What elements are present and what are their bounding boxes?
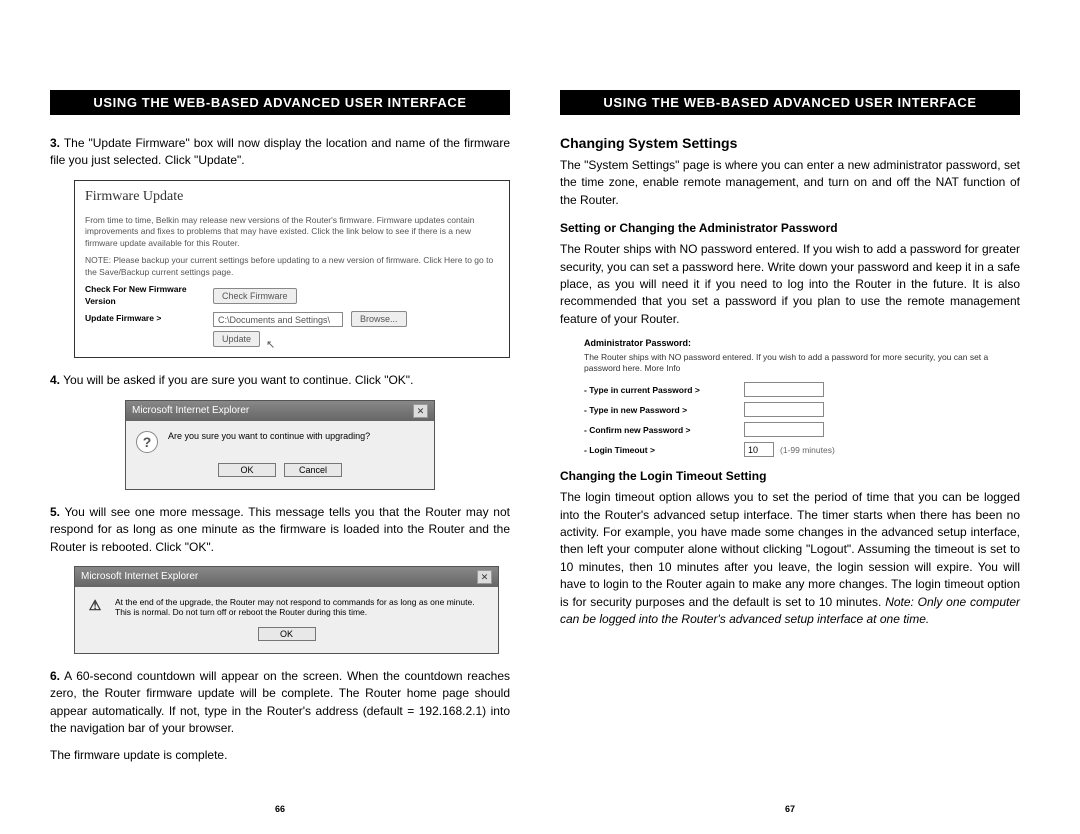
warning-icon: ⚠ — [85, 597, 105, 615]
pwd-desc: The Router ships with NO password entere… — [584, 352, 1020, 374]
login-timeout-input[interactable]: 10 — [744, 442, 774, 457]
page-number-right: 67 — [560, 804, 1020, 814]
step-4: 4. You will be asked if you are sure you… — [50, 372, 510, 389]
dialog1-ok-button[interactable]: OK — [218, 463, 276, 477]
dialog2-ok-button[interactable]: OK — [258, 627, 316, 641]
step-3: 3. The "Update Firmware" box will now di… — [50, 135, 510, 170]
confirm-dialog-2: Microsoft Internet Explorer ✕ ⚠ At the e… — [74, 566, 499, 654]
step-5-text: You will see one more message. This mess… — [50, 505, 510, 554]
browse-button[interactable]: Browse... — [351, 311, 407, 327]
update-fw-label: Update Firmware > — [85, 313, 205, 324]
firmware-path-input[interactable]: C:\Documents and Settings\ — [213, 312, 343, 327]
step-4-num: 4. — [50, 373, 60, 387]
firmware-update-title: Firmware Update — [75, 181, 509, 211]
admin-password-desc: The Router ships with NO password entere… — [560, 241, 1020, 328]
close-icon[interactable]: ✕ — [477, 570, 492, 584]
confirm-dialog-1: Microsoft Internet Explorer ✕ ? Are you … — [125, 400, 435, 490]
login-timeout-label: - Login Timeout > — [584, 445, 744, 455]
current-password-label: - Type in current Password > — [584, 385, 744, 395]
admin-password-form: Administrator Password: The Router ships… — [584, 338, 1020, 457]
section-header-right: USING THE WEB-BASED ADVANCED USER INTERF… — [560, 90, 1020, 115]
current-password-input[interactable] — [744, 382, 824, 397]
question-icon: ? — [136, 431, 158, 453]
firmware-desc-1: From time to time, Belkin may release ne… — [85, 215, 499, 249]
check-firmware-button[interactable]: Check Firmware — [213, 288, 297, 304]
heading-admin-password: Setting or Changing the Administrator Pa… — [560, 221, 1020, 235]
finish-text: The firmware update is complete. — [50, 747, 510, 764]
login-timeout-desc: The login timeout option allows you to s… — [560, 489, 1020, 628]
page-number-left: 66 — [50, 804, 510, 814]
step-6-text: A 60-second countdown will appear on the… — [50, 669, 510, 735]
system-settings-desc: The "System Settings" page is where you … — [560, 157, 1020, 209]
step-3-text: The "Update Firmware" box will now displ… — [50, 136, 510, 167]
step-5: 5. You will see one more message. This m… — [50, 504, 510, 556]
dialog1-cancel-button[interactable]: Cancel — [284, 463, 342, 477]
confirm-password-label: - Confirm new Password > — [584, 425, 744, 435]
step-3-num: 3. — [50, 136, 60, 150]
check-fw-label: Check For New Firmware Version — [85, 284, 205, 307]
firmware-update-panel: Firmware Update From time to time, Belki… — [74, 180, 510, 359]
firmware-desc-2: NOTE: Please backup your current setting… — [85, 255, 499, 278]
new-password-input[interactable] — [744, 402, 824, 417]
heading-system-settings: Changing System Settings — [560, 135, 1020, 151]
step-6: 6. A 60-second countdown will appear on … — [50, 668, 510, 738]
confirm-password-input[interactable] — [744, 422, 824, 437]
left-page: USING THE WEB-BASED ADVANCED USER INTERF… — [50, 90, 510, 804]
dialog1-title: Microsoft Internet Explorer — [132, 405, 249, 416]
section-header-left: USING THE WEB-BASED ADVANCED USER INTERF… — [50, 90, 510, 115]
step-5-num: 5. — [50, 505, 60, 519]
step-6-num: 6. — [50, 669, 60, 683]
new-password-label: - Type in new Password > — [584, 405, 744, 415]
dialog1-message: Are you sure you want to continue with u… — [168, 431, 370, 441]
login-timeout-note: (1-99 minutes) — [780, 445, 835, 455]
pwd-title: Administrator Password: — [584, 338, 1020, 348]
right-page: USING THE WEB-BASED ADVANCED USER INTERF… — [560, 90, 1020, 804]
login-timeout-text: The login timeout option allows you to s… — [560, 490, 1020, 608]
heading-login-timeout: Changing the Login Timeout Setting — [560, 469, 1020, 483]
update-button[interactable]: Update — [213, 331, 260, 347]
step-4-text: You will be asked if you are sure you wa… — [63, 373, 413, 387]
dialog2-message: At the end of the upgrade, the Router ma… — [115, 597, 488, 617]
close-icon[interactable]: ✕ — [413, 404, 428, 418]
dialog2-title: Microsoft Internet Explorer — [81, 571, 198, 582]
